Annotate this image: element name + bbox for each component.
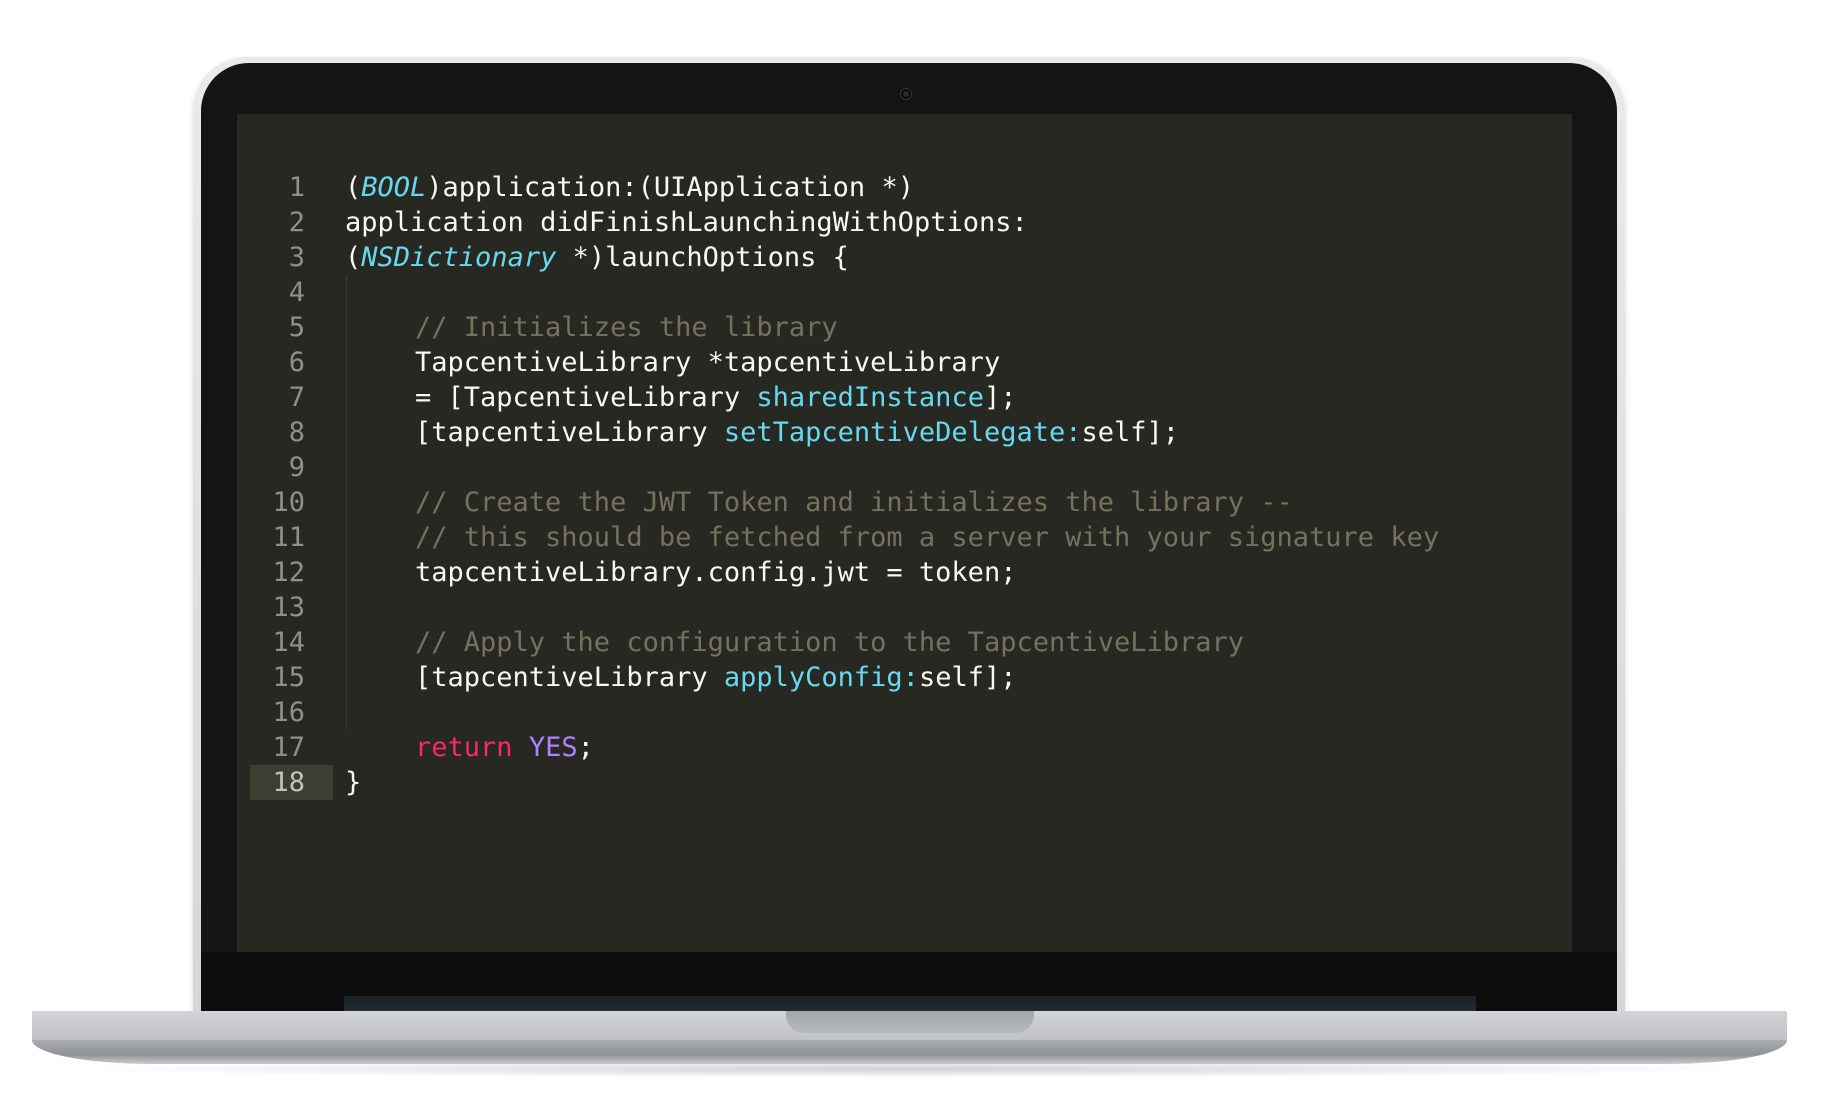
code-line[interactable]: 6 TapcentiveLibrary *tapcentiveLibrary <box>250 345 1560 380</box>
line-content: // Create the JWT Token and initializes … <box>345 485 1293 520</box>
line-content: application didFinishLaunchingWithOption… <box>345 205 1028 240</box>
line-number: 6 <box>288 347 305 378</box>
line-number: 18 <box>250 765 333 800</box>
line-number: 16 <box>272 697 305 728</box>
line-content: [tapcentiveLibrary setTapcentiveDelegate… <box>345 415 1179 450</box>
line-number: 5 <box>288 312 305 343</box>
line-content: (BOOL)application:(UIApplication *) <box>345 170 914 205</box>
code-token: [tapcentiveLibrary <box>415 417 724 448</box>
line-content: } <box>345 765 361 800</box>
code-line[interactable]: 8 [tapcentiveLibrary setTapcentiveDelega… <box>250 415 1560 450</box>
code-token: ( <box>345 172 362 203</box>
code-comment: // Apply the configuration to the Tapcen… <box>415 627 1245 658</box>
line-number: 4 <box>288 277 305 308</box>
code-token: )application:(UIApplication *) <box>426 172 914 203</box>
code-editor[interactable]: 1 (BOOL)application:(UIApplication *) 2 … <box>237 114 1572 952</box>
code-constant: YES <box>528 732 578 763</box>
code-token: BOOL <box>361 172 427 203</box>
code-token: [tapcentiveLibrary <box>415 662 724 693</box>
line-number: 13 <box>272 592 305 623</box>
line-number: 14 <box>272 627 305 658</box>
code-line[interactable]: 9 <box>250 450 1560 485</box>
line-number: 3 <box>288 242 305 273</box>
line-content: (NSDictionary *)launchOptions { <box>345 240 849 275</box>
code-token: = [TapcentiveLibrary <box>415 382 757 413</box>
code-method: setTapcentiveDelegate: <box>723 417 1082 448</box>
laptop-base-lip <box>32 1040 1787 1064</box>
code-token: tapcentiveLibrary.config.jwt = token; <box>415 557 1017 588</box>
line-content: return YES; <box>345 730 594 765</box>
code-keyword: return <box>415 732 513 763</box>
code-token: application didFinishLaunchingWithOption… <box>345 207 1028 238</box>
code-line[interactable]: 5 // Initializes the library <box>250 310 1560 345</box>
code-line[interactable]: 17 return YES; <box>250 730 1560 765</box>
line-content: [tapcentiveLibrary applyConfig:self]; <box>345 660 1016 695</box>
camera-icon <box>901 89 911 99</box>
code-method: applyConfig: <box>723 662 919 693</box>
code-token: NSDictionary <box>361 242 557 273</box>
code-comment: // this should be fetched from a server … <box>415 522 1440 553</box>
line-number: 11 <box>272 522 305 553</box>
open-notch <box>786 1011 1034 1033</box>
code-token: ; <box>577 732 594 763</box>
laptop-mockup: 1 (BOOL)application:(UIApplication *) 2 … <box>0 0 1821 1116</box>
code-token: } <box>345 767 362 798</box>
line-number: 1 <box>288 172 305 203</box>
code-token: *)launchOptions { <box>556 242 849 273</box>
line-number: 15 <box>272 662 305 693</box>
line-number: 8 <box>288 417 305 448</box>
line-number: 10 <box>272 487 305 518</box>
code-line[interactable]: 7 = [TapcentiveLibrary sharedInstance]; <box>250 380 1560 415</box>
line-number: 17 <box>272 732 305 763</box>
code-view[interactable]: 1 (BOOL)application:(UIApplication *) 2 … <box>250 170 1560 800</box>
code-method: sharedInstance <box>756 382 984 413</box>
line-content: tapcentiveLibrary.config.jwt = token; <box>345 555 1016 590</box>
code-line[interactable]: 12 tapcentiveLibrary.config.jwt = token; <box>250 555 1560 590</box>
code-line[interactable]: 4 <box>250 275 1560 310</box>
code-line[interactable]: 14 // Apply the configuration to the Tap… <box>250 625 1560 660</box>
code-line[interactable]: 1 (BOOL)application:(UIApplication *) <box>250 170 1560 205</box>
line-number: 2 <box>288 207 305 238</box>
code-line-active[interactable]: 18 } <box>250 765 1560 800</box>
line-content: // Apply the configuration to the Tapcen… <box>345 625 1244 660</box>
code-line[interactable]: 10 // Create the JWT Token and initializ… <box>250 485 1560 520</box>
code-line[interactable]: 3 (NSDictionary *)launchOptions { <box>250 240 1560 275</box>
code-comment: // Initializes the library <box>415 312 838 343</box>
code-line[interactable]: 2 application didFinishLaunchingWithOpti… <box>250 205 1560 240</box>
line-content: TapcentiveLibrary *tapcentiveLibrary <box>345 345 1000 380</box>
line-number: 12 <box>272 557 305 588</box>
code-token: ( <box>345 242 362 273</box>
line-number: 7 <box>288 382 305 413</box>
code-token: TapcentiveLibrary *tapcentiveLibrary <box>415 347 1001 378</box>
code-token: ]; <box>983 382 1017 413</box>
code-line[interactable]: 15 [tapcentiveLibrary applyConfig:self]; <box>250 660 1560 695</box>
code-line[interactable]: 11 // this should be fetched from a serv… <box>250 520 1560 555</box>
code-token: self]; <box>918 662 1017 693</box>
code-line[interactable]: 16 <box>250 695 1560 730</box>
line-content: // this should be fetched from a server … <box>345 520 1439 555</box>
code-line[interactable]: 13 <box>250 590 1560 625</box>
line-content: = [TapcentiveLibrary sharedInstance]; <box>345 380 1016 415</box>
line-content: // Initializes the library <box>345 310 838 345</box>
code-token: self]; <box>1081 417 1180 448</box>
code-comment: // Create the JWT Token and initializes … <box>415 487 1293 518</box>
line-number: 9 <box>288 452 305 483</box>
